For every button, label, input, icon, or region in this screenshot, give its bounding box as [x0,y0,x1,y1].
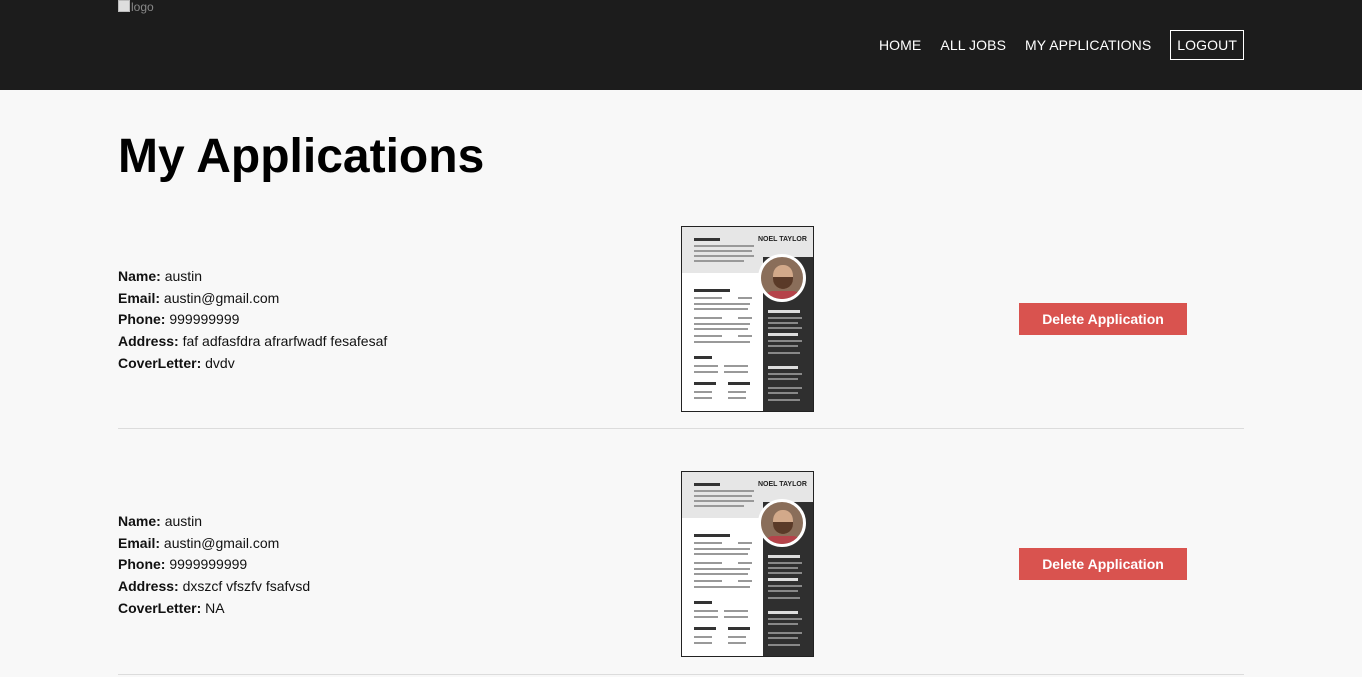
cover-letter-label: CoverLetter: [118,354,202,371]
phone-row: Phone: 9999999999 [118,554,310,576]
application-info: Name: austin Email: austin@gmail.com Pho… [118,511,310,620]
name-value: austin [164,268,203,284]
resume-name: NOEL TAYLOR [758,236,807,243]
delete-application-button[interactable]: Delete Application [1019,303,1187,335]
cover-letter-row: CoverLetter: dvdv [118,353,387,375]
broken-image-icon [118,0,130,12]
cover-letter-value: NA [205,599,225,616]
address-label: Address: [118,333,179,350]
nav-all-jobs-link[interactable]: ALL JOBS [940,37,1006,53]
email-label: Email: [118,534,161,551]
page-title: My Applications [118,130,485,183]
address-value: dxszcf vfszfv fsafvsd [182,578,311,595]
logo[interactable]: logo [118,0,154,14]
phone-row: Phone: 999999999 [118,309,387,331]
name-value: austin [164,513,203,529]
email-value: austin@gmail.com [163,289,280,306]
phone-label: Phone: [118,556,166,573]
nav-links: HOME ALL JOBS MY APPLICATIONS LOGOUT [860,30,1244,60]
phone-value: 9999999999 [169,556,248,573]
address-value: faf adfasfdra afrarfwadf fesafesaf [182,333,388,350]
navbar: logo HOME ALL JOBS MY APPLICATIONS LOGOU… [0,0,1362,90]
address-row: Address: faf adfasfdra afrarfwadf fesafe… [118,331,387,353]
name-row: Name: austin [118,511,310,533]
cover-letter-row: CoverLetter: NA [118,598,310,620]
email-value: austin@gmail.com [163,534,280,551]
email-row: Email: austin@gmail.com [118,288,387,310]
cover-letter-label: CoverLetter: [118,599,202,616]
resume-name: NOEL TAYLOR [758,481,807,488]
cover-letter-value: dvdv [205,354,235,371]
phone-value: 999999999 [169,311,240,328]
logout-button[interactable]: LOGOUT [1170,30,1244,60]
resume-photo [758,499,806,547]
address-row: Address: dxszcf vfszfv fsafvsd [118,576,310,598]
nav-home-link[interactable]: HOME [879,37,921,53]
application-card: Name: austin Email: austin@gmail.com Pho… [118,226,1244,429]
email-row: Email: austin@gmail.com [118,533,310,555]
phone-label: Phone: [118,311,166,328]
address-label: Address: [118,578,179,595]
application-info: Name: austin Email: austin@gmail.com Pho… [118,266,387,375]
delete-application-button[interactable]: Delete Application [1019,548,1187,580]
nav-my-applications-link[interactable]: MY APPLICATIONS [1025,37,1151,53]
name-label: Name: [118,513,161,529]
resume-thumbnail[interactable]: NOEL TAYLOR [681,471,814,657]
resume-photo [758,254,806,302]
name-row: Name: austin [118,266,387,288]
logo-alt-text: logo [131,0,154,14]
resume-thumbnail[interactable]: NOEL TAYLOR [681,226,814,412]
application-card: Name: austin Email: austin@gmail.com Pho… [118,471,1244,675]
name-label: Name: [118,268,161,284]
email-label: Email: [118,289,161,306]
